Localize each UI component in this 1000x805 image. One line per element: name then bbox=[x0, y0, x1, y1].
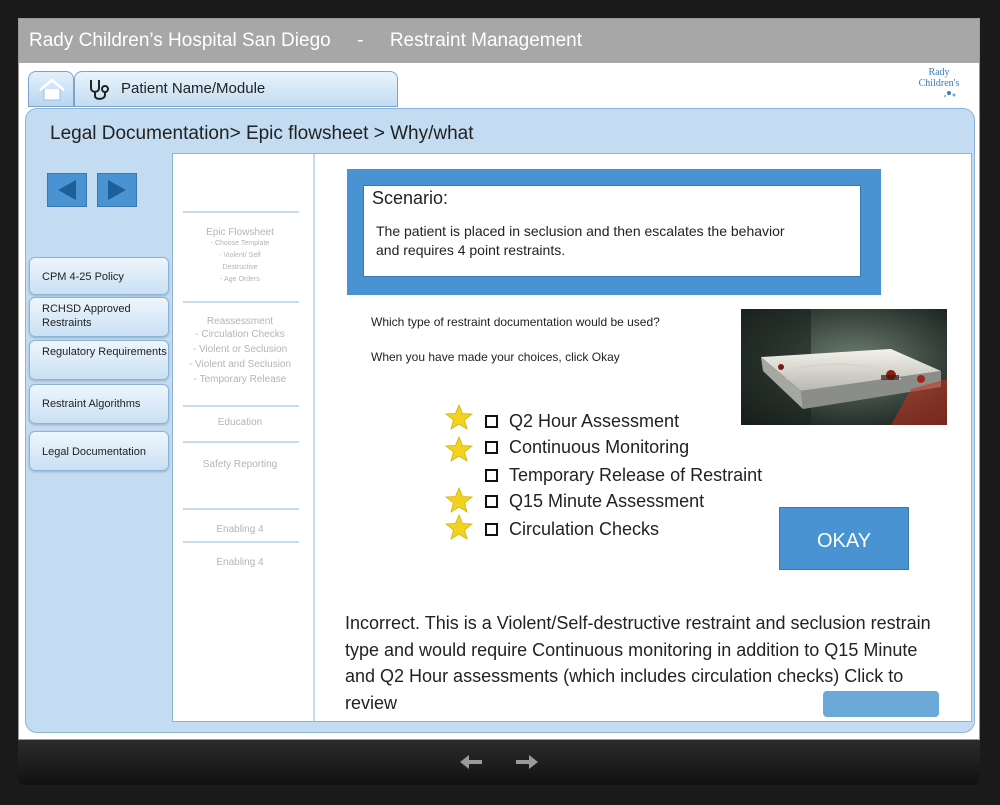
seclusion-room-photo bbox=[741, 309, 947, 425]
sidebar-item-legal-documentation[interactable]: Legal Documentation bbox=[29, 431, 169, 471]
star-icon bbox=[445, 514, 473, 540]
sidebar-item-approved-restraints[interactable]: RCHSD Approved Restraints bbox=[29, 297, 169, 337]
nav-epic-flowsheet[interactable]: Epic Flowsheet - Choose Template - Viole… bbox=[173, 227, 307, 286]
option-q2-hour[interactable]: Q2 Hour Assessment bbox=[485, 411, 679, 432]
window-title: Rady Children’s Hospital San Diego - Res… bbox=[19, 19, 979, 63]
player-controls bbox=[18, 740, 980, 785]
question-text: Which type of restraint documentation wo… bbox=[371, 315, 660, 329]
divider bbox=[183, 441, 299, 443]
divider bbox=[183, 405, 299, 407]
divider bbox=[183, 508, 299, 510]
divider bbox=[183, 211, 299, 213]
triangle-right-icon bbox=[108, 180, 126, 200]
star-icon bbox=[445, 436, 473, 462]
logo-dots-icon bbox=[943, 91, 956, 98]
nav-enabling-4-b[interactable]: Enabling 4 bbox=[173, 557, 307, 568]
stethoscope-icon bbox=[90, 80, 109, 100]
checkbox[interactable] bbox=[485, 415, 498, 428]
nav-education[interactable]: Education bbox=[173, 417, 307, 428]
review-button[interactable] bbox=[823, 691, 939, 717]
option-temporary-release[interactable]: Temporary Release of Restraint bbox=[485, 465, 762, 486]
arrow-left-icon[interactable] bbox=[458, 752, 484, 772]
divider bbox=[183, 541, 299, 543]
star-icon bbox=[445, 487, 473, 513]
nav-reassessment[interactable]: Reassessment - Circulation Checks - Viol… bbox=[173, 316, 307, 387]
arrow-right-icon[interactable] bbox=[514, 752, 540, 772]
home-button[interactable] bbox=[28, 71, 74, 107]
star-icon bbox=[445, 404, 473, 430]
triangle-left-icon bbox=[58, 180, 76, 200]
forward-button[interactable] bbox=[97, 173, 137, 207]
main-panel: Legal Documentation> Epic flowsheet > Wh… bbox=[25, 108, 975, 733]
sidebar-item-policy[interactable]: CPM 4-25 Policy bbox=[29, 257, 169, 295]
hospital-logo: Rady Children's bbox=[911, 67, 967, 103]
breadcrumb: Legal Documentation> Epic flowsheet > Wh… bbox=[50, 123, 474, 144]
nav-safety-reporting[interactable]: Safety Reporting bbox=[173, 459, 307, 470]
checkbox[interactable] bbox=[485, 441, 498, 454]
okay-button[interactable]: OKAY bbox=[779, 507, 909, 570]
option-continuous-monitoring[interactable]: Continuous Monitoring bbox=[485, 437, 689, 458]
patient-module-tab[interactable]: Patient Name/Module bbox=[74, 71, 398, 107]
sidebar-item-algorithms[interactable]: Restraint Algorithms bbox=[29, 384, 169, 424]
app-window: Rady Children’s Hospital San Diego - Res… bbox=[18, 18, 980, 740]
divider bbox=[183, 301, 299, 303]
checkbox[interactable] bbox=[485, 523, 498, 536]
sidebar-item-regulatory[interactable]: Regulatory Requirements bbox=[29, 340, 169, 380]
back-button[interactable] bbox=[47, 173, 87, 207]
patient-tab-label: Patient Name/Module bbox=[121, 80, 266, 97]
module-nav: Epic Flowsheet - Choose Template - Viole… bbox=[173, 154, 315, 721]
scenario-text: The patient is placed in seclusion and t… bbox=[376, 223, 785, 258]
scenario-title: Scenario: bbox=[372, 188, 449, 208]
nav-enabling-4[interactable]: Enabling 4 bbox=[173, 524, 307, 535]
instruction-text: When you have made your choices, click O… bbox=[371, 350, 620, 364]
option-q15-minute[interactable]: Q15 Minute Assessment bbox=[485, 491, 704, 512]
scenario-box: Scenario: The patient is placed in seclu… bbox=[347, 169, 881, 295]
checkbox[interactable] bbox=[485, 495, 498, 508]
home-icon bbox=[39, 78, 65, 101]
content-area: Epic Flowsheet - Choose Template - Viole… bbox=[172, 153, 972, 722]
option-circulation-checks[interactable]: Circulation Checks bbox=[485, 519, 659, 540]
checkbox[interactable] bbox=[485, 469, 498, 482]
